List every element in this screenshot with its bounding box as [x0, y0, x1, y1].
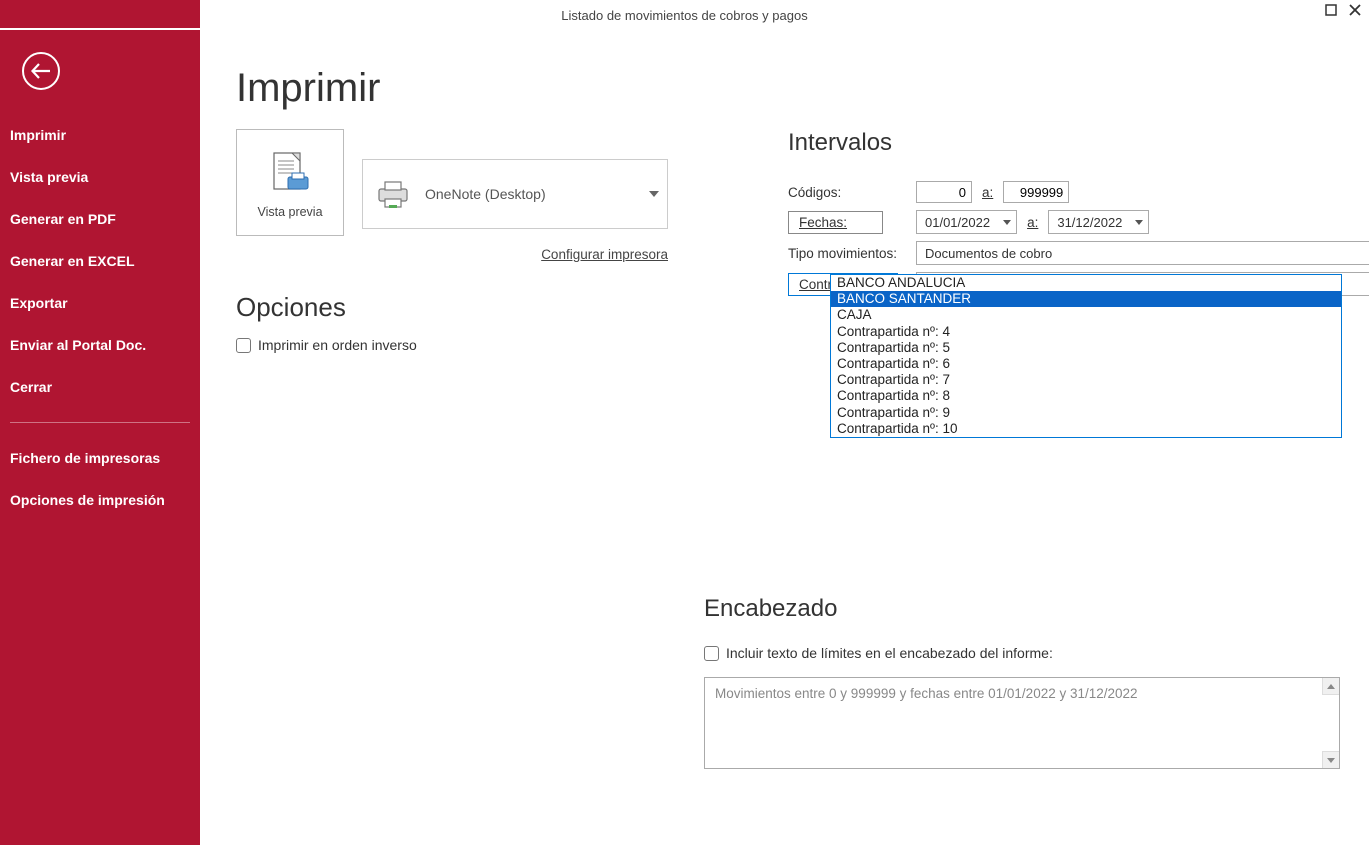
tipo-movimientos-combo[interactable]: Documentos de cobro	[916, 241, 1369, 265]
contrapartida-dropdown-list[interactable]: BANCO ANDALUCIABANCO SANTANDERCAJAContra…	[830, 274, 1342, 438]
close-icon[interactable]	[1349, 4, 1361, 19]
opciones-title: Opciones	[236, 292, 668, 323]
arrow-left-icon	[30, 61, 52, 81]
sidebar-item-generar-excel[interactable]: Generar en EXCEL	[0, 240, 200, 282]
codigos-from-input[interactable]	[916, 181, 972, 203]
fecha-to-input[interactable]: 31/12/2022	[1048, 210, 1149, 234]
encabezado-title: Encabezado	[704, 595, 1345, 623]
scroll-down-button[interactable]	[1322, 751, 1339, 768]
sidebar: Imprimir Vista previa Generar en PDF Gen…	[0, 0, 200, 845]
contrapartida-option[interactable]: Contrapartida nº: 7	[831, 372, 1341, 388]
tipo-movimientos-label: Tipo movimientos:	[788, 246, 916, 261]
printer-icon	[375, 179, 411, 209]
sidebar-item-enviar-portal[interactable]: Enviar al Portal Doc.	[0, 324, 200, 366]
sidebar-item-generar-pdf[interactable]: Generar en PDF	[0, 198, 200, 240]
sidebar-item-vista-previa[interactable]: Vista previa	[0, 156, 200, 198]
sidebar-item-cerrar[interactable]: Cerrar	[0, 366, 200, 408]
window-title: Listado de movimientos de cobros y pagos	[561, 8, 807, 23]
chevron-down-icon[interactable]	[1130, 211, 1148, 233]
codigos-to-input[interactable]	[1003, 181, 1069, 203]
include-limits-label: Incluir texto de límites en el encabezad…	[726, 645, 1053, 661]
reverse-order-checkbox[interactable]	[236, 338, 251, 353]
contrapartida-option[interactable]: Contrapartida nº: 5	[831, 340, 1341, 356]
fecha-from-input[interactable]: 01/01/2022	[916, 210, 1017, 234]
intervalos-title: Intervalos	[788, 129, 1369, 157]
chevron-down-icon	[649, 191, 659, 197]
sidebar-item-imprimir[interactable]: Imprimir	[0, 114, 200, 156]
header-text-content: Movimientos entre 0 y 999999 y fechas en…	[705, 678, 1339, 709]
contrapartida-option[interactable]: Contrapartida nº: 4	[831, 324, 1341, 340]
document-print-icon	[264, 147, 316, 199]
printer-select[interactable]: OneNote (Desktop)	[362, 159, 668, 229]
scroll-up-button[interactable]	[1322, 678, 1339, 695]
back-button[interactable]	[22, 52, 60, 90]
contrapartida-option[interactable]: BANCO ANDALUCIA	[831, 275, 1341, 291]
contrapartida-option[interactable]: Contrapartida nº: 6	[831, 356, 1341, 372]
fechas-label[interactable]: Fechas:	[788, 211, 883, 234]
chevron-down-icon[interactable]	[998, 211, 1016, 233]
title-bar: Listado de movimientos de cobros y pagos	[0, 0, 1369, 30]
contrapartida-option[interactable]: BANCO SANTANDER	[831, 291, 1341, 307]
sidebar-divider	[10, 422, 190, 423]
configurar-impresora-link[interactable]: Configurar impresora	[541, 247, 668, 262]
contrapartida-option[interactable]: Contrapartida nº: 9	[831, 405, 1341, 421]
sidebar-item-fichero-impresoras[interactable]: Fichero de impresoras	[0, 437, 200, 479]
a-label-1: a:	[982, 185, 993, 200]
sidebar-item-exportar[interactable]: Exportar	[0, 282, 200, 324]
vista-previa-label: Vista previa	[257, 205, 322, 219]
page-title: Imprimir	[236, 66, 1345, 111]
include-limits-checkbox[interactable]	[704, 646, 719, 661]
reverse-order-label: Imprimir en orden inverso	[258, 337, 417, 353]
maximize-icon[interactable]	[1325, 4, 1337, 19]
printer-name: OneNote (Desktop)	[425, 186, 649, 202]
contrapartida-option[interactable]: Contrapartida nº: 8	[831, 388, 1341, 404]
vista-previa-button[interactable]: Vista previa	[236, 129, 344, 236]
header-text-area[interactable]: Movimientos entre 0 y 999999 y fechas en…	[704, 677, 1340, 769]
sidebar-item-opciones-impresion[interactable]: Opciones de impresión	[0, 479, 200, 521]
contrapartida-option[interactable]: Contrapartida nº: 10	[831, 421, 1341, 437]
a-label-2: a:	[1027, 215, 1038, 230]
contrapartida-option[interactable]: CAJA	[831, 307, 1341, 323]
codigos-label: Códigos:	[788, 185, 916, 200]
